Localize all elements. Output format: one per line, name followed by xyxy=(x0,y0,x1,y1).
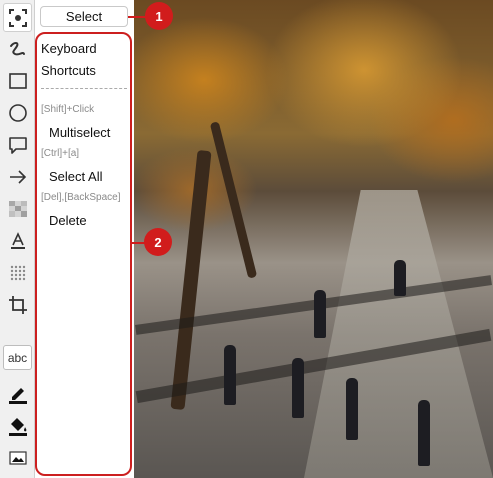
pedestrian xyxy=(346,378,358,440)
multiselect-action[interactable]: Multiselect xyxy=(49,125,110,140)
speech-bubble-icon xyxy=(8,136,27,154)
arrow-icon xyxy=(9,169,26,184)
select-tool[interactable] xyxy=(3,3,32,32)
tree-trunk xyxy=(170,149,212,411)
paint-bucket-icon xyxy=(8,417,27,436)
shortcut-keys: [Del],[BackSpace] xyxy=(41,192,121,203)
stroke-color[interactable] xyxy=(3,378,32,407)
freehand-icon xyxy=(9,41,25,55)
fill-color[interactable] xyxy=(3,410,32,439)
rectangle-icon xyxy=(8,72,27,89)
callout-tool[interactable] xyxy=(3,130,32,159)
marker-connector xyxy=(128,16,146,18)
crop-icon xyxy=(8,295,27,314)
dots-grid-icon xyxy=(10,265,25,280)
panel-title: Keyboard Shortcuts xyxy=(41,41,97,78)
image-icon xyxy=(8,450,27,465)
pixelate-icon xyxy=(8,200,27,217)
tree-trunk xyxy=(209,121,258,279)
callout-marker-1: 1 xyxy=(145,2,173,30)
shortcut-keys: [Ctrl]+[a] xyxy=(41,148,80,159)
pedestrian xyxy=(394,260,406,296)
freehand-tool[interactable] xyxy=(3,34,32,63)
image-tool[interactable] xyxy=(3,443,32,472)
select-icon xyxy=(8,8,27,27)
text-underline-icon xyxy=(10,231,25,249)
text-underline-tool[interactable] xyxy=(3,226,32,255)
arrow-tool[interactable] xyxy=(3,162,32,191)
crop-tool[interactable] xyxy=(3,290,32,319)
ellipse-tool[interactable] xyxy=(3,98,32,127)
pedestrian xyxy=(292,358,304,418)
select-all-action[interactable]: Select All xyxy=(49,169,102,184)
dots-tool[interactable] xyxy=(3,258,32,287)
photo-canvas[interactable] xyxy=(134,0,493,478)
pixelate-tool[interactable] xyxy=(3,194,32,223)
rectangle-tool[interactable] xyxy=(3,66,32,95)
pedestrian xyxy=(224,345,236,405)
pedestrian xyxy=(314,290,326,338)
text-tool[interactable]: abc xyxy=(3,345,32,370)
delete-action[interactable]: Delete xyxy=(49,213,87,228)
callout-marker-2: 2 xyxy=(144,228,172,256)
shortcut-keys: [Shift]+Click xyxy=(41,104,95,115)
toolbar: abc xyxy=(0,0,35,478)
pen-icon xyxy=(8,387,27,404)
pedestrian xyxy=(418,400,430,466)
panel-divider xyxy=(41,88,127,89)
shortcuts-panel: Keyboard Shortcuts [Shift]+Click Multise… xyxy=(35,32,132,476)
select-mode-button[interactable]: Select xyxy=(40,6,128,27)
ellipse-icon xyxy=(8,103,27,122)
